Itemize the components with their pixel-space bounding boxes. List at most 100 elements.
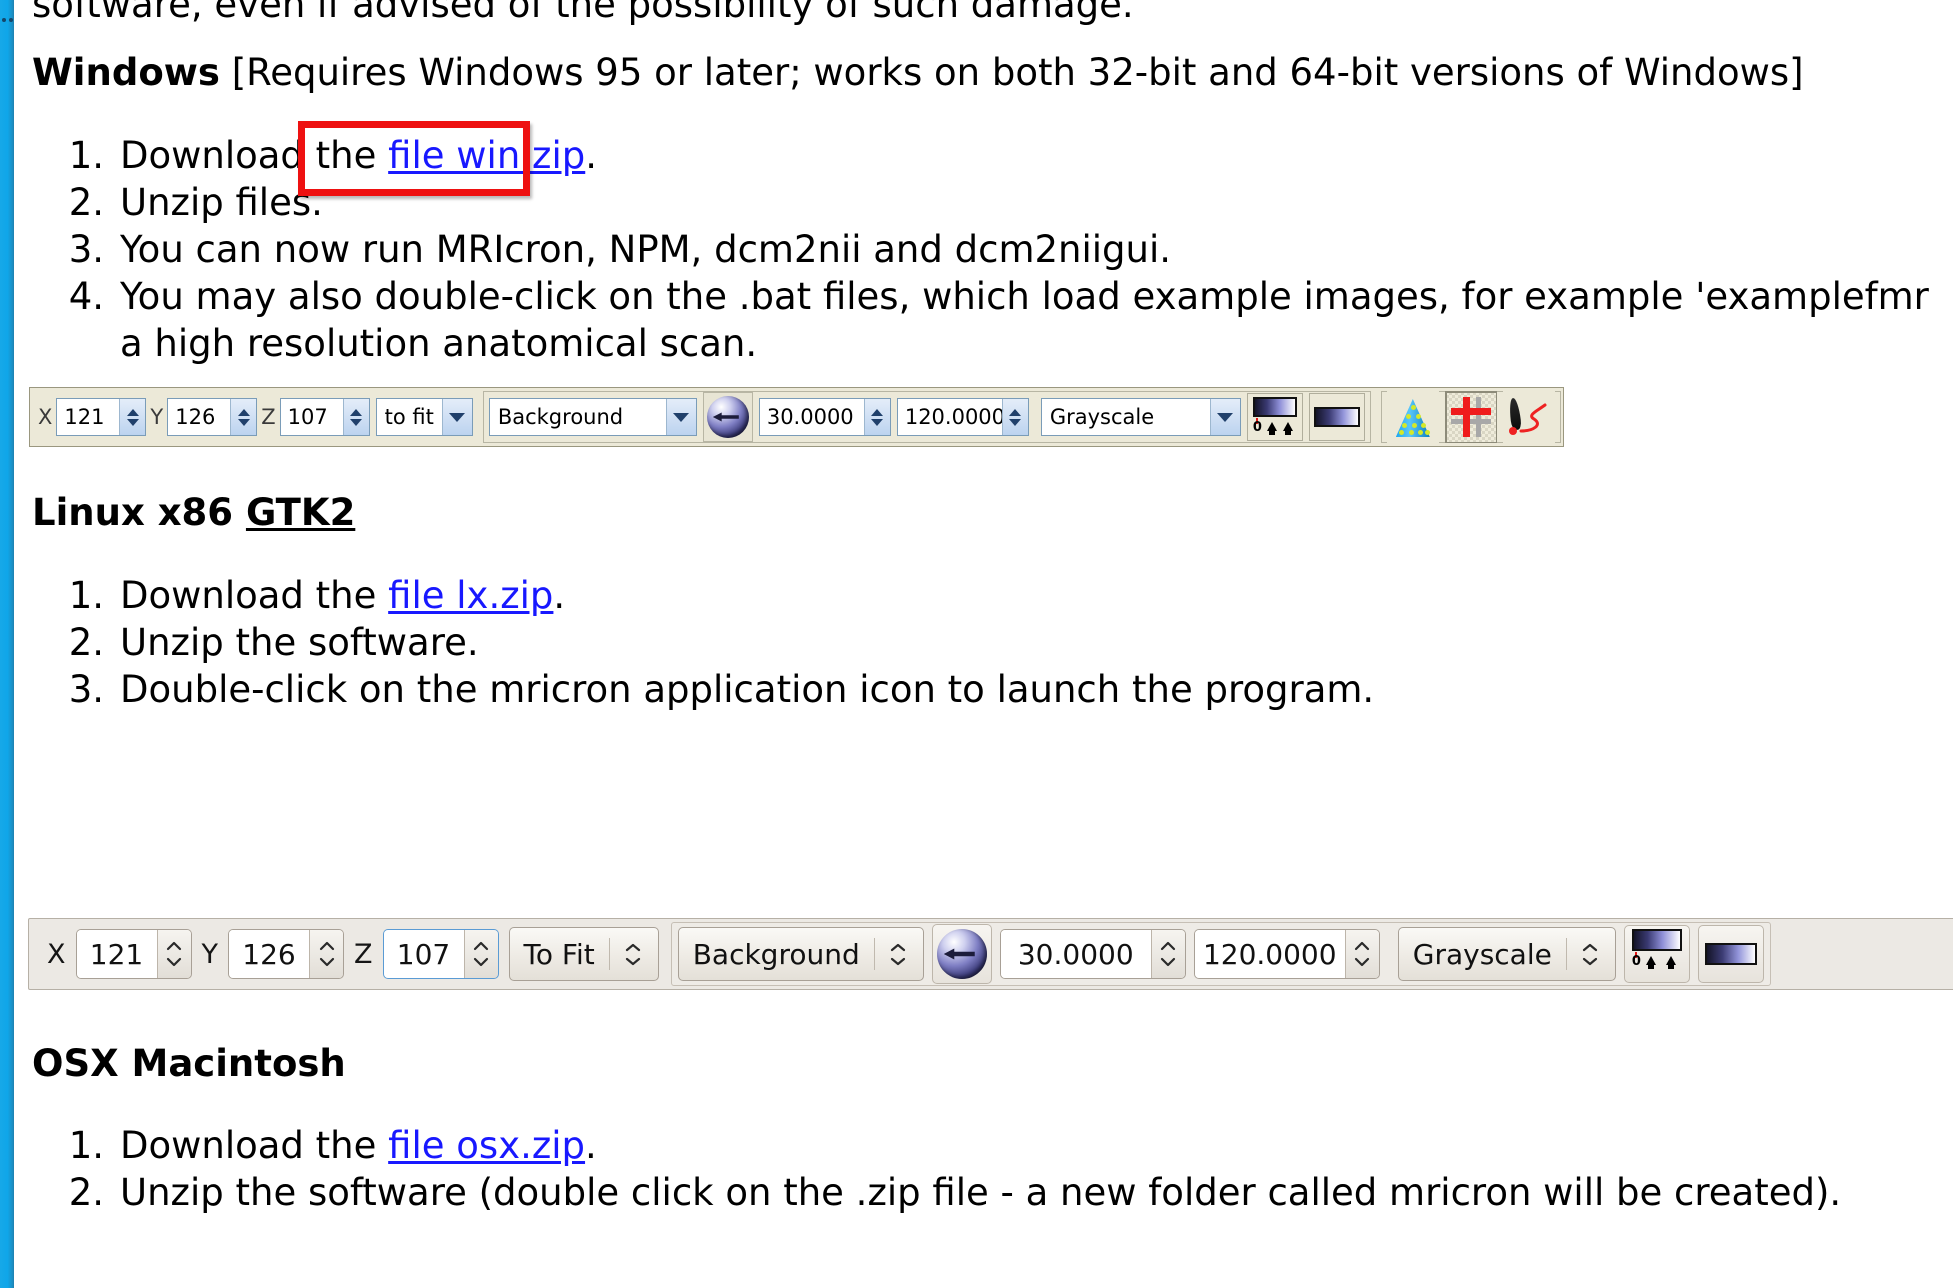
z-spinner[interactable]: 107 — [382, 929, 499, 979]
max-intensity-spinner[interactable]: 120.0000 — [896, 398, 1029, 436]
z-label: Z — [261, 405, 276, 429]
heading-windows-bold: Windows — [32, 51, 220, 94]
list-text-pre: Download the — [120, 574, 389, 617]
lut-combo[interactable]: Grayscale — [1397, 927, 1616, 981]
max-intensity-value[interactable]: 120.0000 — [897, 399, 1005, 435]
list-text-pre: You may also double-click on the .bat fi… — [120, 275, 1929, 318]
pen-draw-icon[interactable] — [1502, 391, 1555, 443]
z-value[interactable]: 107 — [280, 399, 343, 435]
list-number: 2. — [68, 621, 104, 664]
y-spinner-arrows[interactable] — [309, 930, 343, 978]
heading-osx-bold: OSX Macintosh — [32, 1042, 346, 1085]
x-spinner[interactable]: 121 — [56, 398, 147, 436]
max-intensity-value[interactable]: 120.0000 — [1194, 930, 1345, 978]
layer-combo-value: Background — [692, 937, 860, 971]
colorbar-handles-icon[interactable]: 0 — [1246, 393, 1303, 441]
z-spinner[interactable]: 107 — [279, 398, 370, 436]
heading-osx: OSX Macintosh — [32, 1045, 346, 1082]
heading-windows-rest: [Requires Windows 95 or later; works on … — [219, 51, 1804, 94]
list-text-pre: Download the — [120, 1124, 389, 1167]
list-linux: 1. Download the file lx.zip. 2. Unzip the … — [62, 572, 1374, 713]
list-text-post: . — [585, 1124, 597, 1167]
min-spinner-arrows[interactable] — [863, 399, 890, 435]
link-gtk2[interactable]: GTK2 — [246, 491, 355, 534]
chevron-updown-icon[interactable] — [885, 943, 911, 966]
disclaimer-line: software, even if advised of the possibi… — [32, 0, 1134, 26]
list-item: 1. Download the file win.zip. — [62, 132, 1929, 179]
y-spinner[interactable]: 126 — [228, 929, 344, 979]
toolbar-windows[interactable]: X 121 Y 126 Z 107 to fit Background 30.0… — [29, 387, 1564, 447]
layer-controls-group: Background 30.0000 120.0000 Grayscale 0 — [670, 922, 1771, 986]
z-label: Z — [354, 938, 373, 970]
list-number: 1. — [68, 1124, 104, 1167]
heading-linux-bold: Linux x86 — [32, 491, 246, 534]
x-spinner-arrows[interactable] — [119, 399, 146, 435]
list-item: 1. Download the file lx.zip. — [62, 572, 1374, 619]
colorbar-icon[interactable] — [1697, 925, 1764, 983]
back-arrow-sphere-icon[interactable] — [931, 924, 992, 984]
list-number: 3. — [68, 228, 104, 271]
x-value[interactable]: 121 — [76, 930, 157, 978]
list-item: 4. You may also double-click on the .bat … — [62, 273, 1929, 320]
y-label: Y — [150, 405, 164, 429]
strip-dots-icon — [2, 16, 14, 24]
link-file-win-zip[interactable]: file win.zip — [388, 134, 585, 177]
z-spinner-arrows[interactable] — [342, 399, 369, 435]
heading-windows: Windows [Requires Windows 95 or later; w… — [32, 54, 1804, 91]
browser-page: software, even if advised of the possibi… — [0, 0, 1953, 1288]
crosshair-icon[interactable] — [1444, 391, 1497, 443]
toolbar-gtk[interactable]: X 121 Y 126 Z 107 To Fit Background 30.0… — [28, 918, 1953, 990]
y-value[interactable]: 126 — [168, 399, 231, 435]
zoom-combo-value: To Fit — [523, 937, 595, 971]
min-intensity-value[interactable]: 30.0000 — [1000, 930, 1151, 978]
y-label: Y — [201, 938, 219, 970]
lut-combo-value: Grayscale — [1049, 405, 1155, 429]
min-spinner-arrows[interactable] — [1150, 930, 1185, 978]
y-spinner-arrows[interactable] — [230, 399, 257, 435]
max-spinner-arrows[interactable] — [1001, 399, 1028, 435]
max-spinner-arrows[interactable] — [1344, 930, 1379, 978]
chevron-down-icon[interactable] — [1209, 399, 1240, 435]
list-text-pre: a high resolution anatomical scan. — [120, 322, 758, 365]
y-spinner[interactable]: 126 — [167, 398, 258, 436]
y-value[interactable]: 126 — [229, 930, 309, 978]
list-text-post: . — [553, 574, 566, 617]
z-spinner-arrows[interactable] — [463, 930, 498, 978]
back-arrow-sphere-icon[interactable] — [702, 392, 753, 442]
chevron-updown-icon[interactable] — [620, 943, 646, 966]
link-file-osx-zip[interactable]: file osx.zip — [388, 1124, 585, 1167]
chevron-updown-icon[interactable] — [1577, 943, 1603, 966]
list-item: 2. Unzip the software. — [62, 619, 1374, 666]
min-intensity-value[interactable]: 30.0000 — [759, 399, 864, 435]
layer-controls-group: Background 30.0000 120.0000 Grayscale 0 — [482, 391, 1371, 443]
view-tools-group — [1380, 391, 1561, 443]
render-cone-icon[interactable] — [1386, 391, 1439, 443]
link-file-lx-zip[interactable]: file lx.zip — [388, 574, 553, 617]
min-intensity-spinner[interactable]: 30.0000 — [758, 398, 891, 436]
lut-combo-value: Grayscale — [1412, 937, 1552, 971]
left-edge-strip[interactable] — [0, 0, 14, 1288]
list-text-pre: Unzip the software. — [120, 621, 479, 664]
list-number: 3. — [68, 668, 104, 711]
layer-combo[interactable]: Background — [488, 398, 697, 436]
max-intensity-spinner[interactable]: 120.0000 — [1193, 929, 1380, 979]
min-intensity-spinner[interactable]: 30.0000 — [999, 929, 1186, 979]
x-value[interactable]: 121 — [57, 399, 120, 435]
layer-combo-value: Background — [497, 405, 624, 429]
chevron-down-icon[interactable] — [441, 399, 472, 435]
colorbar-handles-icon[interactable]: 0 — [1623, 925, 1690, 983]
list-number: 4. — [68, 275, 104, 318]
list-text-pre: Download the — [120, 134, 389, 177]
zoom-combo[interactable]: To Fit — [508, 927, 659, 981]
z-value[interactable]: 107 — [383, 930, 464, 978]
lut-combo[interactable]: Grayscale — [1040, 398, 1241, 436]
layer-combo[interactable]: Background — [677, 927, 924, 981]
zoom-combo[interactable]: to fit — [375, 398, 473, 436]
x-spinner-arrows[interactable] — [156, 930, 191, 978]
x-spinner[interactable]: 121 — [75, 929, 192, 979]
zoom-combo-value: to fit — [384, 405, 434, 429]
chevron-down-icon[interactable] — [665, 399, 696, 435]
colorbar-icon[interactable] — [1308, 393, 1365, 441]
x-label: X — [38, 405, 53, 429]
list-number: 2. — [68, 181, 104, 224]
